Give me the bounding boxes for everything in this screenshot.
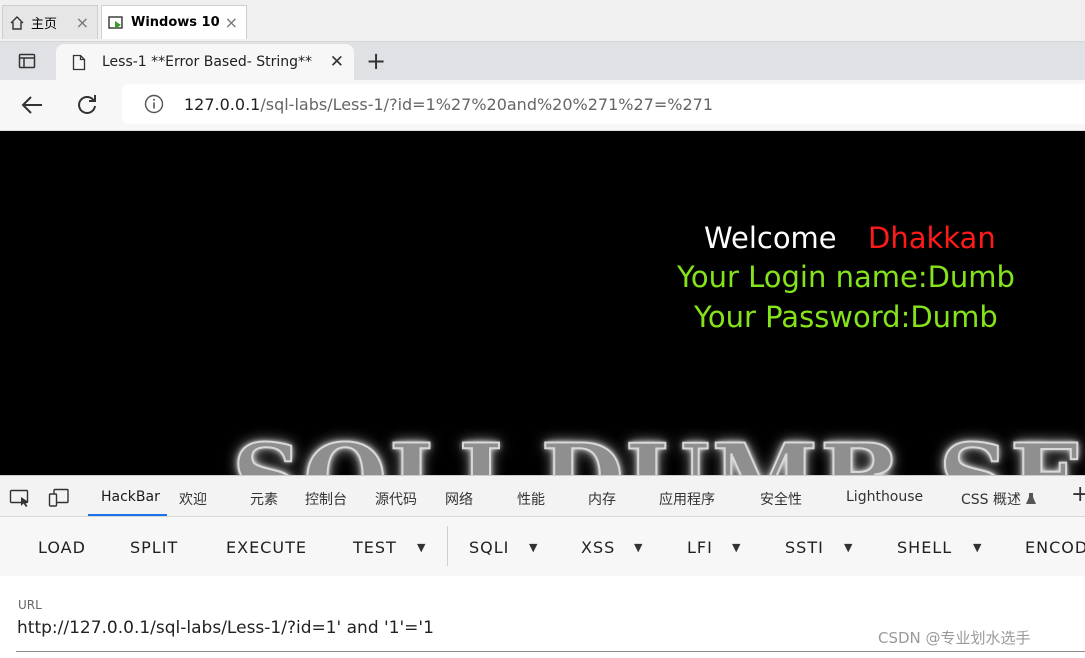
- flask-icon: [1026, 493, 1036, 504]
- login-name-text: Your Login name:Dumb: [677, 260, 1015, 294]
- csdn-watermark: CSDN @专业划水选手: [878, 629, 1031, 647]
- welcome-text: Welcome: [704, 221, 837, 255]
- devtools-tab-hackbar[interactable]: HackBar: [101, 489, 160, 505]
- devtools-tab-network[interactable]: 网络: [445, 489, 473, 509]
- close-icon[interactable]: ✕: [330, 52, 344, 72]
- toolbar-divider: [447, 526, 448, 566]
- devtools-tab-application[interactable]: 应用程序: [659, 489, 715, 509]
- ssti-button[interactable]: SSTI: [785, 538, 824, 557]
- url-text[interactable]: 127.0.0.1/sql-labs/Less-1/?id=1%27%20and…: [184, 95, 713, 114]
- devtools-tab-row: HackBar 欢迎 元素 控制台 源代码 网络 性能 内存 应用程序 安全性 …: [0, 475, 1085, 517]
- devtools-tab-elements[interactable]: 元素: [250, 489, 278, 509]
- load-button[interactable]: LOAD: [38, 538, 86, 557]
- devtools-tab-sources[interactable]: 源代码: [375, 489, 417, 509]
- info-icon[interactable]: [144, 94, 164, 114]
- chevron-down-icon[interactable]: ▼: [529, 541, 537, 554]
- sidebar-icon[interactable]: [18, 52, 36, 70]
- vm-tab-strip: 主页 × Windows 10 ×: [0, 0, 1085, 42]
- devtools-tab-security[interactable]: 安全性: [760, 489, 802, 509]
- url-box[interactable]: 127.0.0.1/sql-labs/Less-1/?id=1%27%20and…: [122, 84, 1085, 124]
- devtools-tab-lighthouse[interactable]: Lighthouse: [846, 489, 923, 505]
- sqli-dumb-series-banner: SQLI DUMB SE: [231, 422, 1085, 475]
- plus-icon[interactable]: +: [366, 47, 386, 75]
- vm-tab-windows[interactable]: Windows 10 ×: [101, 5, 247, 39]
- devtools-tab-performance[interactable]: 性能: [517, 489, 545, 509]
- lfi-button[interactable]: LFI: [687, 538, 713, 557]
- test-button[interactable]: TEST: [353, 538, 397, 557]
- url-input[interactable]: http://127.0.0.1/sql-labs/Less-1/?id=1' …: [17, 618, 434, 638]
- chevron-down-icon[interactable]: ▼: [732, 541, 740, 554]
- device-icon[interactable]: [48, 488, 70, 508]
- browser-tab-title: Less-1 **Error Based- String**: [102, 54, 312, 70]
- devtools-tab-css-overview[interactable]: CSS 概述: [961, 489, 1037, 509]
- browser-tab-active[interactable]: Less-1 **Error Based- String** ✕: [56, 44, 354, 80]
- vm-tab-windows-label: Windows 10: [131, 15, 220, 30]
- chevron-down-icon[interactable]: ▼: [417, 541, 425, 554]
- xss-button[interactable]: XSS: [581, 538, 615, 557]
- encoding-button[interactable]: ENCOD: [1025, 538, 1085, 557]
- shell-button[interactable]: SHELL: [897, 538, 952, 557]
- url-input-underline: [16, 651, 1085, 652]
- sqli-button[interactable]: SQLI: [469, 538, 509, 557]
- vm-tab-home[interactable]: 主页 ×: [2, 5, 98, 39]
- split-button[interactable]: SPLIT: [130, 538, 178, 557]
- home-icon: [10, 15, 24, 30]
- vm-tab-home-label: 主页: [31, 17, 58, 32]
- back-arrow-icon[interactable]: [20, 94, 44, 116]
- plus-icon[interactable]: +: [1071, 482, 1085, 507]
- vm-screen-icon: [108, 15, 123, 29]
- url-path: /sql-labs/Less-1/?id=1%27%20and%20%271%2…: [260, 94, 713, 114]
- hackbar-toolbar: LOAD SPLIT EXECUTE TEST ▼ SQLI ▼ XSS ▼ L…: [0, 517, 1085, 576]
- chevron-down-icon[interactable]: ▼: [634, 541, 642, 554]
- execute-button[interactable]: EXECUTE: [226, 538, 307, 557]
- devtools-tab-console[interactable]: 控制台: [305, 489, 347, 509]
- user-name-text: Dhakkan: [868, 221, 996, 255]
- active-tab-indicator: [88, 514, 167, 516]
- document-icon: [72, 54, 86, 71]
- address-bar-row: 127.0.0.1/sql-labs/Less-1/?id=1%27%20and…: [0, 80, 1085, 131]
- devtools-tab-welcome[interactable]: 欢迎: [179, 489, 207, 509]
- password-text: Your Password:Dumb: [694, 300, 998, 334]
- chevron-down-icon[interactable]: ▼: [844, 541, 852, 554]
- url-field-label: URL: [18, 598, 42, 612]
- url-host: 127.0.0.1: [184, 94, 261, 114]
- close-icon[interactable]: ×: [225, 13, 238, 32]
- devtools-tab-memory[interactable]: 内存: [588, 489, 616, 509]
- devtools-tab-css-overview-label: CSS 概述: [961, 492, 1021, 508]
- refresh-icon[interactable]: [76, 93, 98, 115]
- page-content: Welcome Dhakkan Your Login name:Dumb You…: [0, 131, 1085, 475]
- close-icon[interactable]: ×: [76, 13, 89, 32]
- inspect-icon[interactable]: [9, 489, 31, 507]
- chevron-down-icon[interactable]: ▼: [973, 541, 981, 554]
- hackbar-url-field: URL http://127.0.0.1/sql-labs/Less-1/?id…: [0, 576, 1085, 658]
- browser-tab-bar: Less-1 **Error Based- String** ✕ +: [0, 42, 1085, 80]
